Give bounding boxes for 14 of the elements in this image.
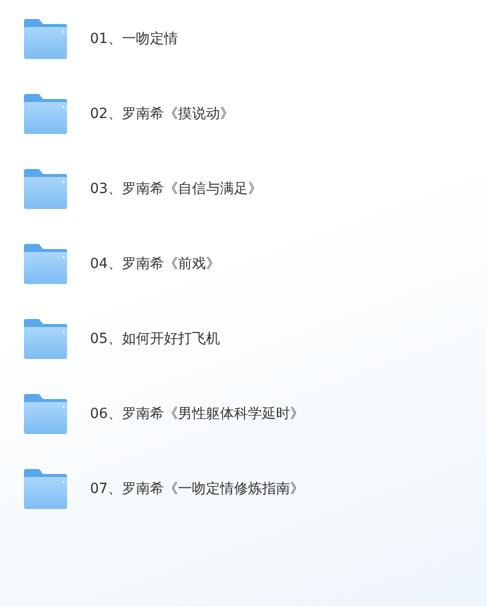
folder-icon (23, 318, 68, 360)
folder-name[interactable]: 05、如何开好打飞机 (90, 330, 220, 348)
folder-icon (23, 392, 68, 434)
folder-icon (23, 468, 68, 510)
folder-icon (23, 92, 68, 134)
folder-name[interactable]: 06、罗南希《男性躯体科学延时》 (90, 404, 304, 422)
folder-name[interactable]: 04、罗南希《前戏》 (90, 254, 220, 272)
folder-icon (23, 242, 68, 284)
folder-icon (23, 18, 68, 60)
folder-name[interactable]: 01、一吻定情 (90, 30, 178, 48)
folder-name[interactable]: 02、罗南希《摸说动》 (90, 104, 234, 122)
folder-icon (23, 168, 68, 210)
folder-name[interactable]: 03、罗南希《自信与满足》 (90, 180, 262, 198)
folder-name[interactable]: 07、罗南希《一吻定情修炼指南》 (90, 480, 304, 498)
